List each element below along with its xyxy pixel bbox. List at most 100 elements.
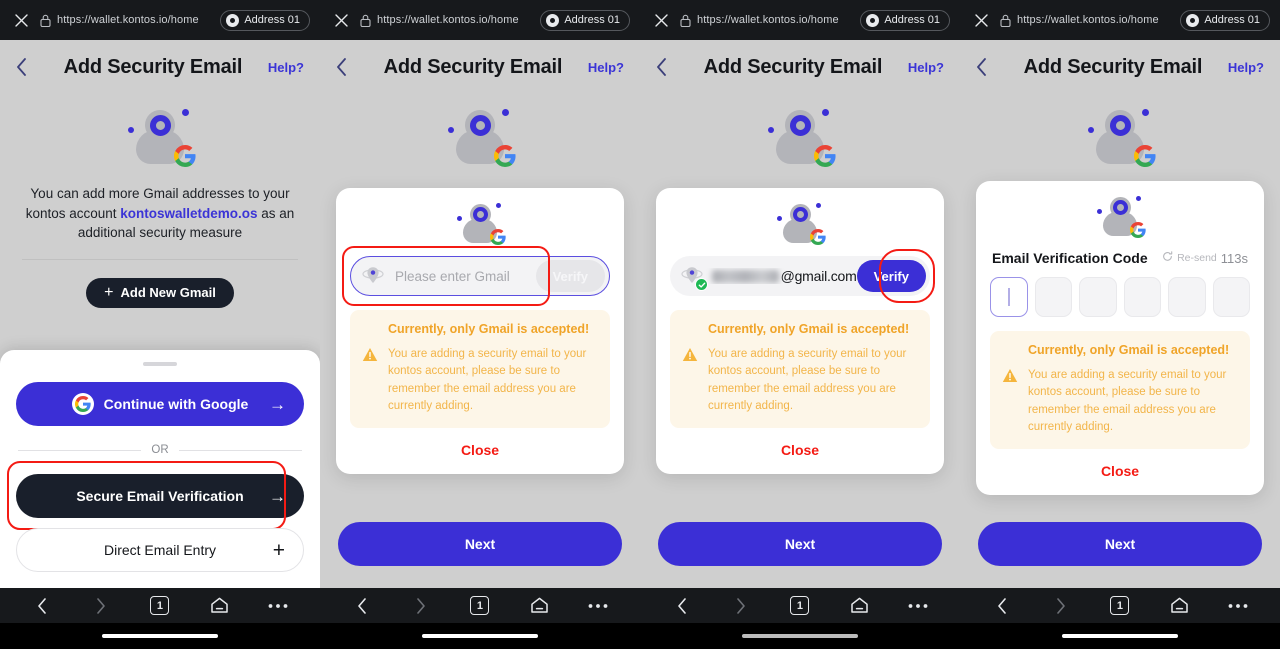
text-caret bbox=[1008, 288, 1010, 306]
address-pill[interactable]: Address 01 bbox=[1180, 9, 1270, 31]
warning-title: Currently, only Gmail is accepted! bbox=[708, 322, 910, 336]
lock-icon bbox=[1000, 14, 1011, 27]
nav-forward-icon[interactable] bbox=[1046, 593, 1076, 619]
next-button[interactable]: Next bbox=[658, 522, 942, 566]
back-icon[interactable] bbox=[16, 58, 38, 76]
app-viewport: Add Security Email Help? You can add mor… bbox=[320, 40, 640, 588]
multi-panel-screenshot: https://wallet.kontos.io/home Address 01… bbox=[0, 0, 1280, 649]
otp-input-row[interactable] bbox=[990, 277, 1250, 317]
nav-menu-icon[interactable] bbox=[1223, 593, 1253, 619]
nav-forward-icon[interactable] bbox=[406, 593, 436, 619]
bottom-nav: 1 bbox=[640, 588, 960, 623]
direct-email-entry-button[interactable]: Direct Email Entry + bbox=[16, 528, 304, 572]
nav-home-icon[interactable] bbox=[204, 593, 234, 619]
help-link[interactable]: Help? bbox=[908, 60, 944, 75]
otp-cell-5[interactable] bbox=[1168, 277, 1206, 317]
url-bar[interactable]: https://wallet.kontos.io/home bbox=[1000, 14, 1172, 27]
gmail-input-row[interactable]: Please enter Gmail Verify bbox=[350, 256, 610, 296]
app-header: Add Security Email Help? bbox=[640, 40, 960, 94]
lock-icon bbox=[680, 14, 691, 27]
nav-tabs-button[interactable]: 1 bbox=[785, 593, 815, 619]
otp-cell-6[interactable] bbox=[1212, 277, 1250, 317]
url-bar[interactable]: https://wallet.kontos.io/home bbox=[680, 14, 852, 27]
nav-tabs-button[interactable]: 1 bbox=[465, 593, 495, 619]
address-pill[interactable]: Address 01 bbox=[220, 9, 310, 31]
app-viewport: Add Security Email Help? You can add mor… bbox=[0, 40, 320, 588]
otp-cell-4[interactable] bbox=[1123, 277, 1161, 317]
help-link[interactable]: Help? bbox=[268, 60, 304, 75]
nav-menu-icon[interactable] bbox=[903, 593, 933, 619]
nav-home-icon[interactable] bbox=[524, 593, 554, 619]
google-logo-icon bbox=[1130, 222, 1146, 238]
description-text: You can add more Gmail addresses to your… bbox=[18, 184, 302, 243]
nav-menu-icon[interactable] bbox=[263, 593, 293, 619]
nav-tabs-button[interactable]: 1 bbox=[1105, 593, 1135, 619]
nav-home-icon[interactable] bbox=[1164, 593, 1194, 619]
close-button[interactable]: Close bbox=[1101, 463, 1139, 479]
next-button-wrap: Next bbox=[960, 522, 1280, 588]
nav-forward-icon[interactable] bbox=[86, 593, 116, 619]
url-bar[interactable]: https://wallet.kontos.io/home bbox=[40, 14, 212, 27]
nav-back-icon[interactable] bbox=[667, 593, 697, 619]
lock-icon bbox=[40, 14, 51, 27]
app-viewport: Add Security Email Help? Next Email Veri… bbox=[960, 40, 1280, 588]
otp-cell-3[interactable] bbox=[1079, 277, 1117, 317]
gmail-input-row[interactable]: @gmail.com Verify bbox=[670, 256, 930, 296]
back-icon[interactable] bbox=[336, 58, 358, 76]
help-link[interactable]: Help? bbox=[1228, 60, 1264, 75]
close-icon[interactable] bbox=[10, 9, 32, 31]
address-pill[interactable]: Address 01 bbox=[860, 9, 950, 31]
auth-bottom-sheet: Continue with Google → OR Secure Email V… bbox=[0, 350, 320, 588]
url-text: https://wallet.kontos.io/home bbox=[57, 14, 199, 26]
bottom-nav: 1 bbox=[320, 588, 640, 623]
nav-back-icon[interactable] bbox=[347, 593, 377, 619]
nav-back-icon[interactable] bbox=[27, 593, 57, 619]
back-icon[interactable] bbox=[656, 58, 678, 76]
resend-control[interactable]: Re-send 113s bbox=[1162, 249, 1248, 267]
close-row: Close bbox=[670, 442, 930, 460]
browser-chrome: https://wallet.kontos.io/home Address 01 bbox=[640, 0, 960, 40]
hero-illustration bbox=[0, 104, 320, 168]
account-name[interactable]: kontoswalletdemo.os bbox=[120, 206, 257, 221]
gesture-bar bbox=[0, 623, 320, 649]
otp-cell-2[interactable] bbox=[1034, 277, 1072, 317]
otp-cell-1[interactable] bbox=[990, 277, 1028, 317]
back-icon[interactable] bbox=[976, 58, 998, 76]
google-logo-icon bbox=[174, 145, 196, 167]
verify-button[interactable]: Verify bbox=[535, 260, 605, 292]
warning-title: Currently, only Gmail is accepted! bbox=[388, 322, 590, 336]
warning-text: You are adding a security email to your … bbox=[1028, 369, 1227, 433]
gmail-avatar-icon bbox=[1093, 193, 1147, 239]
sheet-grabber[interactable] bbox=[143, 362, 177, 366]
google-logo-icon bbox=[1134, 145, 1156, 167]
verify-button[interactable]: Verify bbox=[856, 260, 926, 292]
nav-menu-icon[interactable] bbox=[583, 593, 613, 619]
add-new-gmail-button[interactable]: + Add New Gmail bbox=[86, 277, 234, 308]
close-icon[interactable] bbox=[970, 9, 992, 31]
nav-home-icon[interactable] bbox=[844, 593, 874, 619]
next-button[interactable]: Next bbox=[338, 522, 622, 566]
next-button[interactable]: Next bbox=[978, 522, 1262, 566]
url-bar[interactable]: https://wallet.kontos.io/home bbox=[360, 14, 532, 27]
verified-check-icon bbox=[695, 278, 708, 291]
nav-tabs-button[interactable]: 1 bbox=[145, 593, 175, 619]
gmail-avatar-icon bbox=[1082, 104, 1158, 168]
tab-count: 1 bbox=[1110, 596, 1130, 615]
address-label: Address 01 bbox=[564, 14, 620, 26]
location-pin-icon bbox=[678, 262, 708, 291]
close-icon[interactable] bbox=[650, 9, 672, 31]
help-link[interactable]: Help? bbox=[588, 60, 624, 75]
close-icon[interactable] bbox=[330, 9, 352, 31]
url-text: https://wallet.kontos.io/home bbox=[697, 14, 839, 26]
close-button[interactable]: Close bbox=[461, 442, 499, 458]
close-button[interactable]: Close bbox=[781, 442, 819, 458]
resend-countdown: 113s bbox=[1220, 250, 1248, 266]
address-pill[interactable]: Address 01 bbox=[540, 9, 630, 31]
gmail-avatar-icon bbox=[762, 104, 838, 168]
gesture-bar bbox=[320, 623, 640, 649]
secure-email-verification-button[interactable]: Secure Email Verification → bbox=[16, 474, 304, 518]
nav-back-icon[interactable] bbox=[987, 593, 1017, 619]
nav-forward-icon[interactable] bbox=[726, 593, 756, 619]
hero-illustration bbox=[960, 104, 1280, 168]
continue-with-google-button[interactable]: Continue with Google → bbox=[16, 382, 304, 426]
